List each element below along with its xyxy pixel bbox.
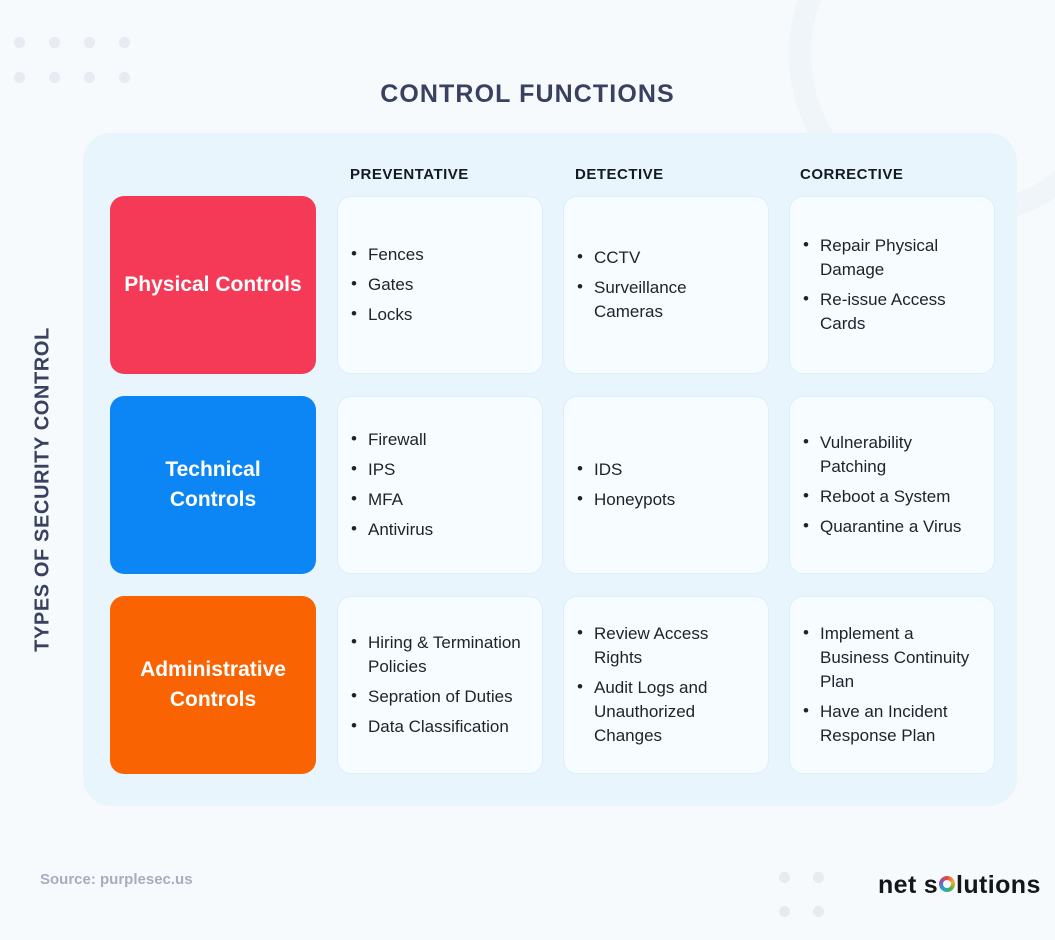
item-list: Firewall IPS MFA Antivirus	[350, 427, 528, 543]
column-header-row: PREVENTATIVE DETECTIVE CORRECTIVE	[110, 166, 1017, 192]
matrix-row-administrative: Administrative Controls Hiring & Termina…	[110, 596, 1017, 774]
list-item: Gates	[350, 272, 528, 297]
matrix-row-physical: Physical Controls Fences Gates Locks CCTV S…	[110, 196, 1017, 374]
dot	[779, 872, 790, 883]
list-item: IPS	[350, 457, 528, 482]
list-item: Review Access Rights	[576, 621, 754, 670]
dot	[49, 37, 60, 48]
list-item: Implement a Business Continuity Plan	[802, 621, 980, 694]
column-header-corrective: CORRECTIVE	[800, 166, 904, 183]
dot	[14, 37, 25, 48]
source-attribution: Source: purplesec.us	[40, 871, 193, 888]
cell-administrative-corrective: Implement a Business Continuity Plan Have…	[789, 596, 995, 774]
item-list: Vulnerability Patching Reboot a System Qua…	[802, 430, 980, 540]
cell-physical-detective: CCTV Surveillance Cameras	[563, 196, 769, 374]
matrix-panel: PREVENTATIVE DETECTIVE CORRECTIVE Physic…	[83, 133, 1017, 806]
list-item: Locks	[350, 302, 528, 327]
dot	[84, 37, 95, 48]
list-item: Re-issue Access Cards	[802, 287, 980, 336]
cell-physical-preventative: Fences Gates Locks	[337, 196, 543, 374]
vertical-axis-label: TYPES OF SECURITY CONTROL	[31, 327, 54, 652]
cell-administrative-preventative: Hiring & Termination Policies Sepration o…	[337, 596, 543, 774]
item-list: Repair Physical Damage Re-issue Access Ca…	[802, 233, 980, 337]
matrix-grid: PREVENTATIVE DETECTIVE CORRECTIVE Physic…	[110, 133, 1017, 806]
list-item: Sepration of Duties	[350, 684, 528, 709]
dot	[119, 37, 130, 48]
cell-technical-corrective: Vulnerability Patching Reboot a System Qua…	[789, 396, 995, 574]
list-item: Antivirus	[350, 517, 528, 542]
list-item: IDS	[576, 457, 754, 482]
item-list: Fences Gates Locks	[350, 242, 528, 327]
cell-physical-corrective: Repair Physical Damage Re-issue Access Ca…	[789, 196, 995, 374]
dot	[813, 906, 824, 917]
category-card-administrative[interactable]: Administrative Controls	[110, 596, 316, 774]
list-item: Hiring & Termination Policies	[350, 630, 528, 679]
list-item: MFA	[350, 487, 528, 512]
item-list: CCTV Surveillance Cameras	[576, 245, 754, 324]
list-item: Fences	[350, 242, 528, 267]
cell-technical-preventative: Firewall IPS MFA Antivirus	[337, 396, 543, 574]
column-header-detective: DETECTIVE	[575, 166, 664, 183]
list-item: Firewall	[350, 427, 528, 452]
list-item: Vulnerability Patching	[802, 430, 980, 479]
item-list: Implement a Business Continuity Plan Have…	[802, 621, 980, 749]
dot	[779, 906, 790, 917]
cell-administrative-detective: Review Access Rights Audit Logs and Unaut…	[563, 596, 769, 774]
brand-logo[interactable]: net s lutions	[878, 871, 1041, 900]
logo-text-s: s	[923, 871, 939, 899]
category-card-technical[interactable]: Technical Controls	[110, 396, 316, 574]
category-card-physical[interactable]: Physical Controls	[110, 196, 316, 374]
decorative-dot-grid-bottom-right	[779, 872, 847, 940]
list-item: Data Classification	[350, 714, 528, 739]
list-item: CCTV	[576, 245, 754, 270]
page-title: CONTROL FUNCTIONS	[380, 80, 675, 108]
item-list: IDS Honeypots	[576, 457, 754, 512]
list-item: Repair Physical Damage	[802, 233, 980, 282]
item-list: Review Access Rights Audit Logs and Unaut…	[576, 621, 754, 749]
matrix-row-technical: Technical Controls Firewall IPS MFA Antivir…	[110, 396, 1017, 574]
dot	[813, 872, 824, 883]
logo-text-lutions: lutions	[956, 871, 1041, 899]
list-item: Reboot a System	[802, 484, 980, 509]
logo-rainbow-ring-icon	[939, 876, 956, 892]
cell-technical-detective: IDS Honeypots	[563, 396, 769, 574]
list-item: Quarantine a Virus	[802, 514, 980, 539]
list-item: Have an Incident Response Plan	[802, 699, 980, 748]
list-item: Audit Logs and Unauthorized Changes	[576, 675, 754, 748]
item-list: Hiring & Termination Policies Sepration o…	[350, 630, 528, 740]
column-header-preventative: PREVENTATIVE	[350, 166, 469, 183]
logo-text-net: net	[878, 871, 917, 899]
list-item: Surveillance Cameras	[576, 275, 754, 324]
list-item: Honeypots	[576, 487, 754, 512]
